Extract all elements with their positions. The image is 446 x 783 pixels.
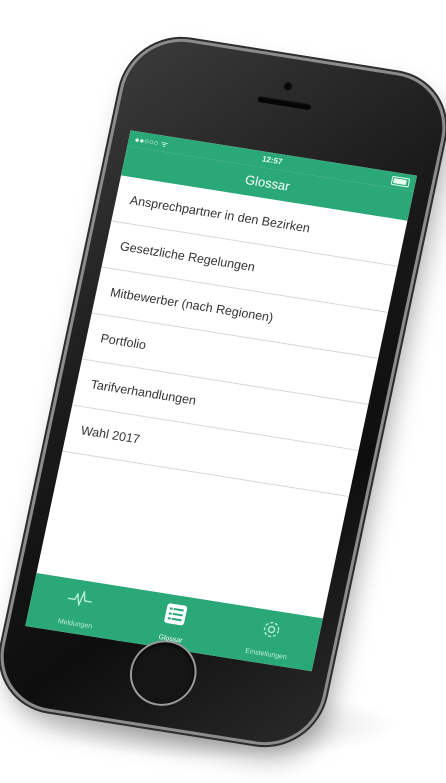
tab-meldungen[interactable]: Meldungen <box>25 573 132 641</box>
earpiece-speaker <box>257 95 312 111</box>
tab-label: Einstellungen <box>244 647 288 662</box>
battery-icon <box>390 175 411 188</box>
front-camera <box>283 81 293 91</box>
pulse-icon <box>65 586 95 612</box>
page-title: Glossar <box>243 172 292 194</box>
list-icon <box>162 602 189 629</box>
phone-mockup: ●●○○○ ᯤ 12:57 Glossar Ansprechpartner in… <box>0 33 446 751</box>
app-screen: ●●○○○ ᯤ 12:57 Glossar Ansprechpartner in… <box>25 130 418 672</box>
tab-label: Meldungen <box>57 618 93 631</box>
glossary-list: Ansprechpartner in den Bezirken Gesetzli… <box>62 175 408 497</box>
tab-einstellungen[interactable]: Einstellungen <box>216 603 323 671</box>
phone-body: ●●○○○ ᯤ 12:57 Glossar Ansprechpartner in… <box>0 33 446 751</box>
gear-icon <box>258 617 285 644</box>
